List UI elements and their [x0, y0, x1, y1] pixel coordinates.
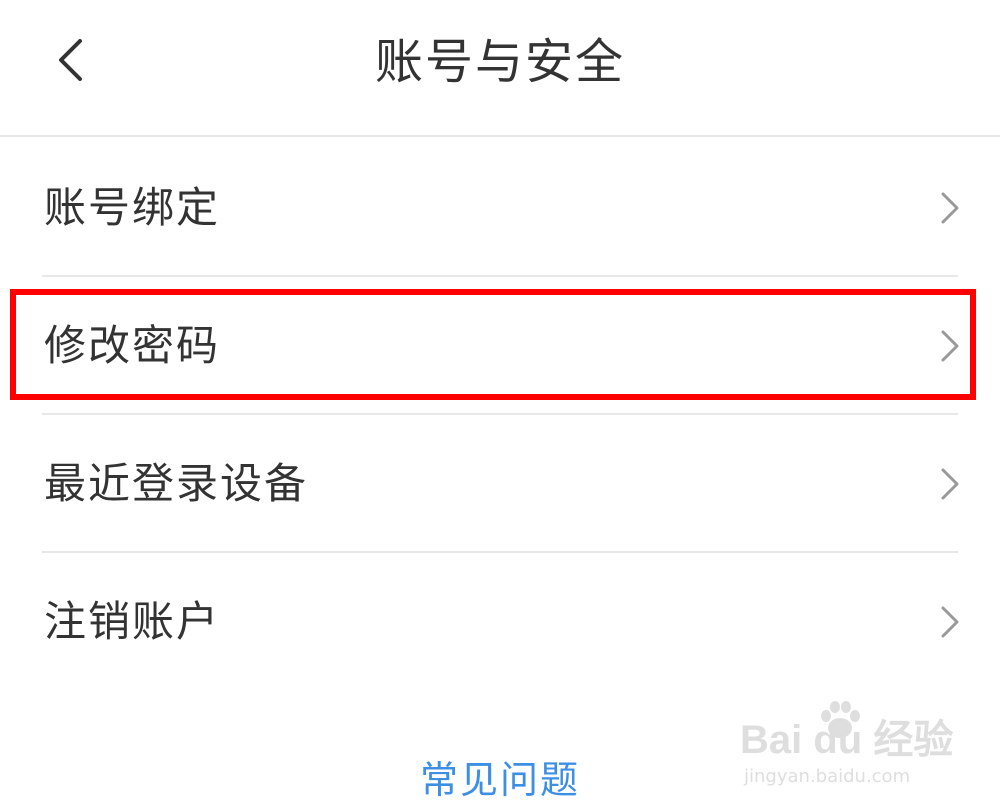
menu-item-label: 账号绑定 [44, 183, 221, 232]
menu-item-recent-login-devices[interactable]: 最近登录设备 [0, 415, 1000, 553]
menu-item-label: 注销账户 [44, 597, 221, 646]
page-title: 账号与安全 [374, 34, 625, 90]
chevron-right-icon [940, 191, 960, 225]
menu-item-change-password[interactable]: 修改密码 [0, 277, 1000, 415]
chevron-right-icon [940, 329, 960, 363]
menu-item-label: 修改密码 [44, 321, 221, 370]
paw-logo-icon [818, 700, 862, 744]
menu-item-label: 最近登录设备 [44, 459, 309, 508]
menu-item-cancel-account[interactable]: 注销账户 [0, 553, 1000, 691]
nav-header: 账号与安全 [0, 0, 1000, 137]
chevron-right-icon [940, 605, 960, 639]
menu-item-account-binding[interactable]: 账号绑定 [0, 139, 1000, 277]
faq-link[interactable]: 常见问题 [0, 752, 1000, 808]
settings-menu-list: 账号绑定 修改密码 最近登录设备 注销账户 [0, 139, 1000, 691]
account-security-screen: 账号与安全 账号绑定 修改密码 最近登录设备 注销账户 常见问题 Bai du … [0, 0, 1000, 811]
chevron-right-icon [940, 467, 960, 501]
